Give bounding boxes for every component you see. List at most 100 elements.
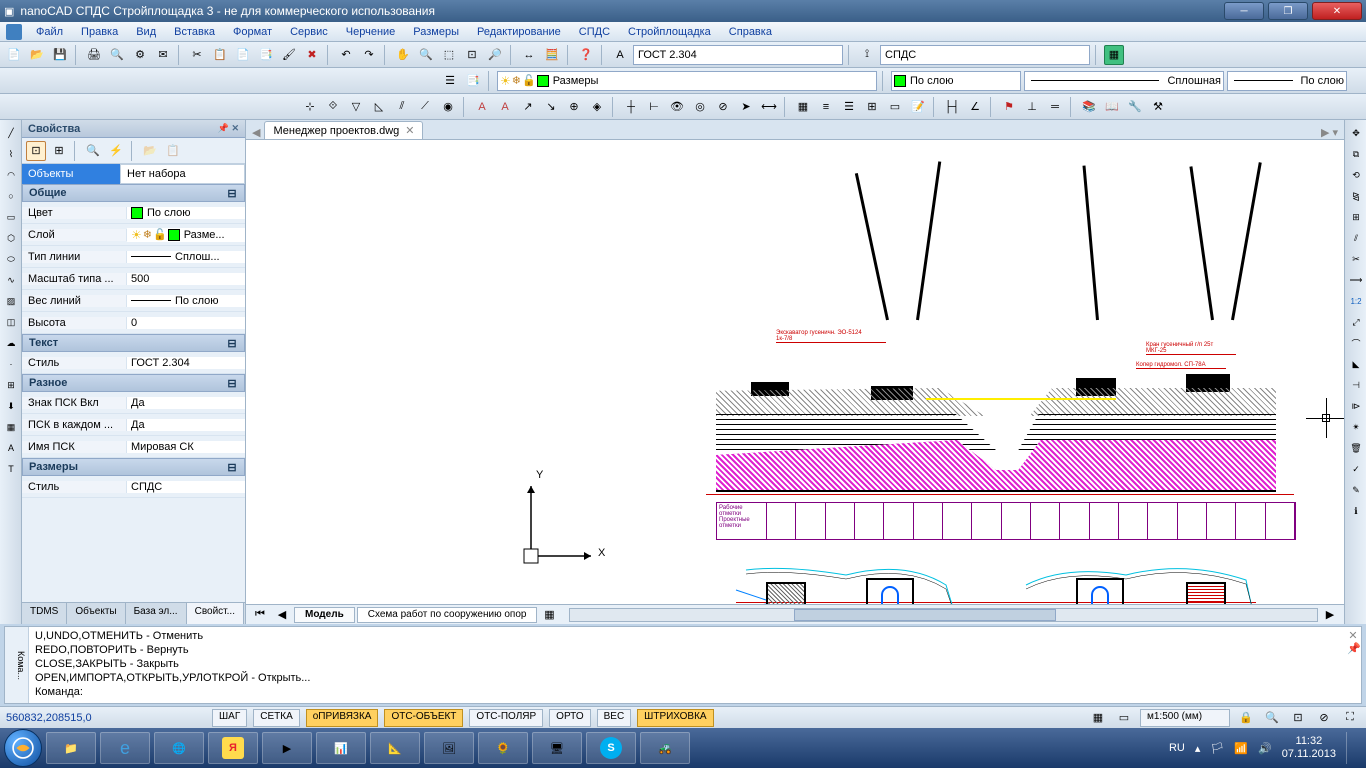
spline-icon[interactable]: ∿ [2, 271, 20, 289]
layout-nav-first-icon[interactable]: ⏮ [250, 605, 270, 625]
chamfer-icon[interactable]: ◣ [1347, 355, 1365, 373]
horizontal-scrollbar[interactable] [569, 608, 1318, 622]
task-ie[interactable]: e [100, 732, 150, 764]
rect-icon[interactable]: ▭ [2, 208, 20, 226]
status-lock-icon[interactable]: 🔒 [1236, 708, 1256, 728]
props-icon[interactable]: ℹ [1347, 502, 1365, 520]
ellipse-icon[interactable]: ⬭ [2, 250, 20, 268]
status-otrack[interactable]: ОТС-ОБЪЕКТ [384, 709, 463, 727]
prop-ltscale-value[interactable]: 500 [127, 273, 245, 285]
matchprop-icon[interactable]: 🖌 [279, 45, 299, 65]
command-prompt[interactable]: Команда: [35, 685, 1339, 699]
purge-icon[interactable]: 🗑 [1347, 439, 1365, 457]
doc-tabs-left[interactable]: ◀ [252, 126, 260, 139]
prop-ucsicon-value[interactable]: Да [127, 397, 245, 409]
status-grid[interactable]: СЕТКА [253, 709, 300, 727]
task-app4[interactable]: 🖥 [532, 732, 582, 764]
erase-icon[interactable]: ✖ [302, 45, 322, 65]
wall-icon[interactable]: ═ [1045, 97, 1065, 117]
leader-icon[interactable]: ↗ [518, 97, 538, 117]
prop-dimstyle-value[interactable]: СПДС [127, 481, 245, 493]
menu-file[interactable]: Файл [28, 24, 71, 40]
menu-view[interactable]: Вид [128, 24, 164, 40]
format-icon[interactable]: ⊞ [862, 97, 882, 117]
show-desktop[interactable] [1346, 732, 1354, 764]
props-tab-base[interactable]: База эл... [126, 603, 187, 624]
layout-tab-1[interactable]: Схема работ по сооружению опор [357, 607, 538, 623]
menu-dim[interactable]: Размеры [405, 24, 467, 40]
spec-icon[interactable]: ≡ [816, 97, 836, 117]
maximize-button[interactable]: ❐ [1268, 2, 1308, 20]
move-icon[interactable]: ✥ [1347, 124, 1365, 142]
tray-flag-icon[interactable]: 🏳 [1210, 742, 1224, 755]
break-icon[interactable]: ⫽ [392, 97, 412, 117]
status-scale[interactable]: м1:500 (мм) [1140, 709, 1230, 727]
hatch-icon[interactable]: ▨ [2, 292, 20, 310]
zoom-prev-icon[interactable]: 🔎 [485, 45, 505, 65]
circle-icon[interactable]: ○ [2, 187, 20, 205]
print-icon[interactable]: 🖨 [84, 45, 104, 65]
prop-ucseach-value[interactable]: Да [127, 419, 245, 431]
task-qip[interactable]: 🌻 [478, 732, 528, 764]
fillet-icon[interactable]: ⌒ [1347, 334, 1365, 352]
calc-icon[interactable]: 🧮 [542, 45, 562, 65]
command-close-icon[interactable]: ✕📌 [1345, 627, 1361, 703]
layer-states-icon[interactable]: 📑 [463, 71, 483, 91]
stamp-icon[interactable]: ▭ [885, 97, 905, 117]
array-icon[interactable]: ⊞ [1347, 208, 1365, 226]
join-icon[interactable]: ⧐ [1347, 397, 1365, 415]
prop-paste-icon[interactable]: 📋 [163, 141, 183, 161]
redo-icon[interactable]: ↷ [359, 45, 379, 65]
status-lwt[interactable]: ВЕС [597, 709, 632, 727]
tray-up-icon[interactable]: ▴ [1195, 742, 1201, 755]
arc-icon[interactable]: ◠ [2, 166, 20, 184]
slope-icon[interactable]: ◺ [369, 97, 389, 117]
weld-icon[interactable]: ⟋ [415, 97, 435, 117]
paste-icon[interactable]: 📄 [233, 45, 253, 65]
menu-draw[interactable]: Черчение [338, 24, 404, 40]
menu-help[interactable]: Справка [721, 24, 780, 40]
line-icon[interactable]: ╱ [2, 124, 20, 142]
section-misc[interactable]: Разное⊟ [22, 374, 245, 392]
props-tab-tdms[interactable]: TDMS [22, 603, 67, 624]
text-tool-icon[interactable]: T [2, 460, 20, 478]
dim-style-combo[interactable] [880, 45, 1090, 65]
props-tab-properties[interactable]: Свойст... [187, 603, 244, 624]
axis-arr-icon[interactable]: ⟐ [323, 97, 343, 117]
lib3-icon[interactable]: 🔧 [1125, 97, 1145, 117]
tray-volume-icon[interactable]: 🔊 [1258, 742, 1272, 755]
pline-icon[interactable]: ⌇ [2, 145, 20, 163]
status-polar[interactable]: ОТС-ПОЛЯР [469, 709, 543, 727]
status-osnap[interactable]: оПРИВЯЗКА [306, 709, 379, 727]
text-a-icon[interactable]: A [472, 97, 492, 117]
mirror-icon[interactable]: ⧎ [1347, 187, 1365, 205]
block-icon[interactable]: ⊞ [2, 376, 20, 394]
status-zoom-icon[interactable]: 🔍 [1262, 708, 1282, 728]
explode-icon[interactable]: ✴ [1347, 418, 1365, 436]
document-tab[interactable]: Менеджер проектов.dwg ✕ [264, 121, 423, 139]
prop-filter-icon[interactable]: 🔍 [83, 141, 103, 161]
lineweight-combo[interactable]: По слою [1227, 71, 1347, 91]
table-tool-icon[interactable]: ▦ [2, 418, 20, 436]
menu-modify[interactable]: Редактирование [469, 24, 569, 40]
zoom-window-icon[interactable]: ⬚ [439, 45, 459, 65]
offset-icon[interactable]: ⫽ [1347, 229, 1365, 247]
prop-height-value[interactable]: 0 [127, 317, 245, 329]
text-b-icon[interactable]: A [495, 97, 515, 117]
mtext-icon[interactable]: A [2, 439, 20, 457]
menu-insert[interactable]: Вставка [166, 24, 223, 40]
doc-tabs-right[interactable]: ▶ ▾ [1321, 126, 1338, 139]
leader2-icon[interactable]: ↘ [541, 97, 561, 117]
task-app1[interactable]: 📊 [316, 732, 366, 764]
open-icon[interactable]: 📂 [27, 45, 47, 65]
dim-ang-icon[interactable]: ∠ [965, 97, 985, 117]
status-model-icon[interactable]: ▦ [1088, 708, 1108, 728]
prop-grid-icon[interactable]: ⊞ [49, 141, 69, 161]
doc-tab-close-icon[interactable]: ✕ [405, 124, 414, 137]
layout-add-icon[interactable]: ▦ [539, 605, 559, 625]
region-icon[interactable]: ◫ [2, 313, 20, 331]
scroll-right-icon[interactable]: ▶ [1320, 605, 1340, 625]
etransmit-icon[interactable]: ✉ [153, 45, 173, 65]
copyclip-icon[interactable]: 📑 [256, 45, 276, 65]
stretch-icon[interactable]: ⤢ [1347, 313, 1365, 331]
